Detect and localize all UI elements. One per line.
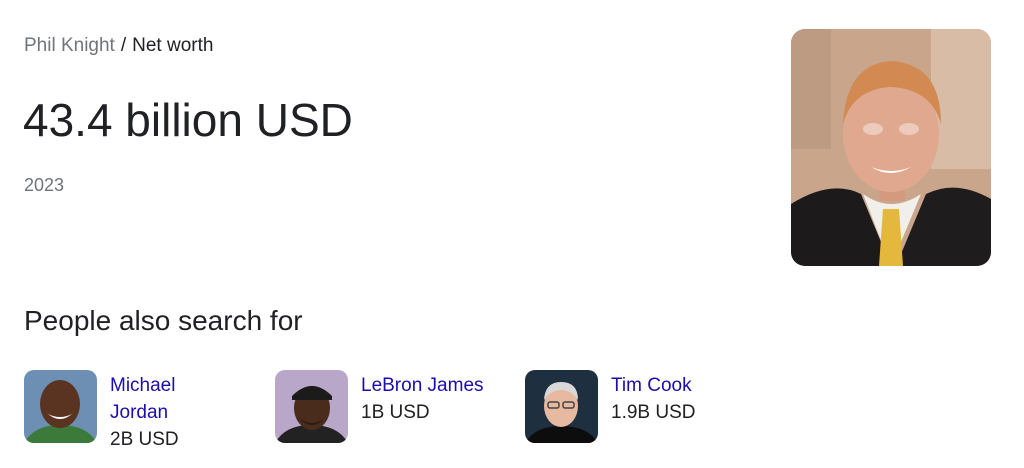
related-person-card[interactable]: Tim Cook 1.9B USD	[525, 370, 695, 443]
related-person-name[interactable]: LeBron James	[361, 372, 484, 399]
breadcrumb-entity-link[interactable]: Phil Knight	[24, 35, 115, 56]
related-person-name[interactable]: Michael Jordan	[110, 372, 200, 426]
people-also-search-title: People also search for	[24, 305, 303, 336]
portrait-image	[791, 29, 991, 266]
related-person-net-worth: 1B USD	[361, 402, 430, 423]
breadcrumb-attribute: Net worth	[132, 35, 214, 56]
breadcrumb: Phil Knight / Net worth	[24, 34, 213, 58]
net-worth-value: 43.4 billion USD	[23, 94, 353, 146]
related-person-card[interactable]: LeBron James 1B USD	[275, 370, 484, 443]
person-thumbnail[interactable]	[275, 370, 348, 443]
breadcrumb-separator: /	[120, 35, 127, 56]
related-person-net-worth: 2B USD	[110, 429, 179, 450]
person-thumbnail[interactable]	[24, 370, 97, 443]
entity-photo[interactable]	[791, 29, 991, 266]
related-person-name[interactable]: Tim Cook	[611, 372, 695, 399]
net-worth-year: 2023	[24, 175, 65, 195]
person-thumbnail[interactable]	[525, 370, 598, 443]
related-person-card[interactable]: Michael Jordan 2B USD	[24, 370, 200, 453]
related-person-net-worth: 1.9B USD	[611, 402, 696, 423]
